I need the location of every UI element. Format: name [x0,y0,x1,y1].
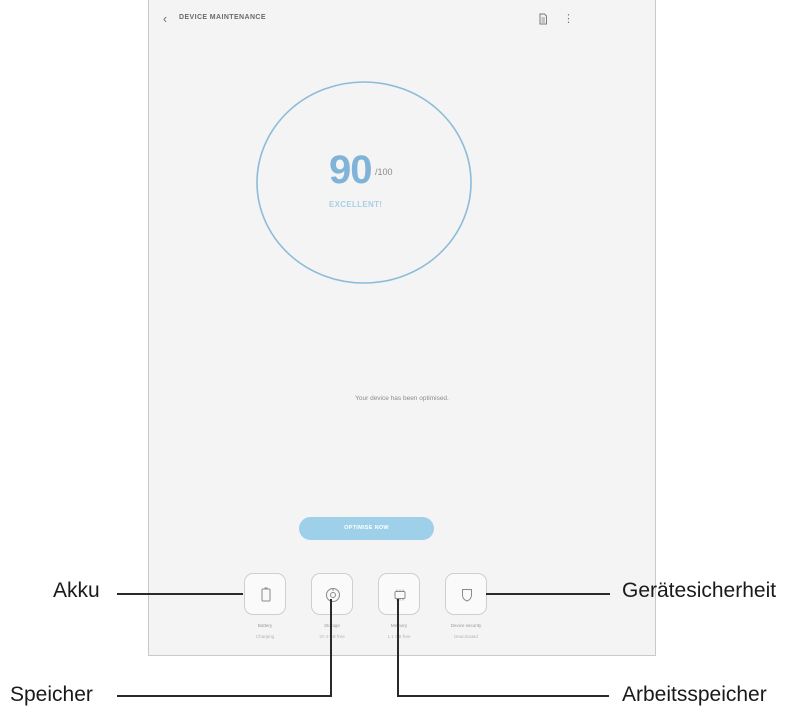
device-security-label: Device security [450,623,482,628]
callout-battery: Akku [53,579,100,602]
shield-icon [462,589,472,602]
page-title: DEVICE MAINTENANCE [179,14,266,21]
storage-icon [326,588,340,602]
memory-status: 1.1 GB free [387,634,411,639]
memory-label: Memory [390,623,408,628]
score-status: EXCELLENT! [329,200,383,209]
callout-storage: Speicher [10,683,93,706]
score-value: 90 [329,148,372,192]
callout-line-storage-v [330,599,332,696]
callout-line-security [486,593,610,595]
battery-label: Battery [257,623,273,628]
callout-device-security: Gerätesicherheit [622,579,777,602]
optimise-now-button[interactable]: OPTIMISE NOW [299,517,434,540]
document-icon[interactable] [537,13,549,25]
callout-line-memory-h [397,695,609,697]
storage-label: Storage [324,623,340,628]
battery-icon [261,587,271,602]
storage-tile[interactable] [311,573,353,615]
app-bar: ‹ DEVICE MAINTENANCE ⋮ [149,0,655,40]
callout-line-storage-h [117,695,332,697]
status-message: Your device has been optimised. [355,395,449,402]
device-screen: ‹ DEVICE MAINTENANCE ⋮ 90 /100 EXCELLENT… [148,0,656,656]
more-vertical-icon[interactable]: ⋮ [563,13,574,25]
storage-status: 37.4 GB free [319,634,345,639]
battery-status: Charging [255,634,275,639]
device-security-tile[interactable] [445,573,487,615]
device-security-status: Deactivated [454,634,478,639]
score-max: /100 [375,167,393,177]
memory-chip-icon [394,589,406,601]
back-arrow-icon[interactable]: ‹ [158,12,172,26]
callout-line-memory-v [397,599,399,696]
battery-tile[interactable] [244,573,286,615]
callout-line-battery [117,593,243,595]
memory-tile[interactable] [378,573,420,615]
callout-memory: Arbeitsspeicher [622,683,767,706]
